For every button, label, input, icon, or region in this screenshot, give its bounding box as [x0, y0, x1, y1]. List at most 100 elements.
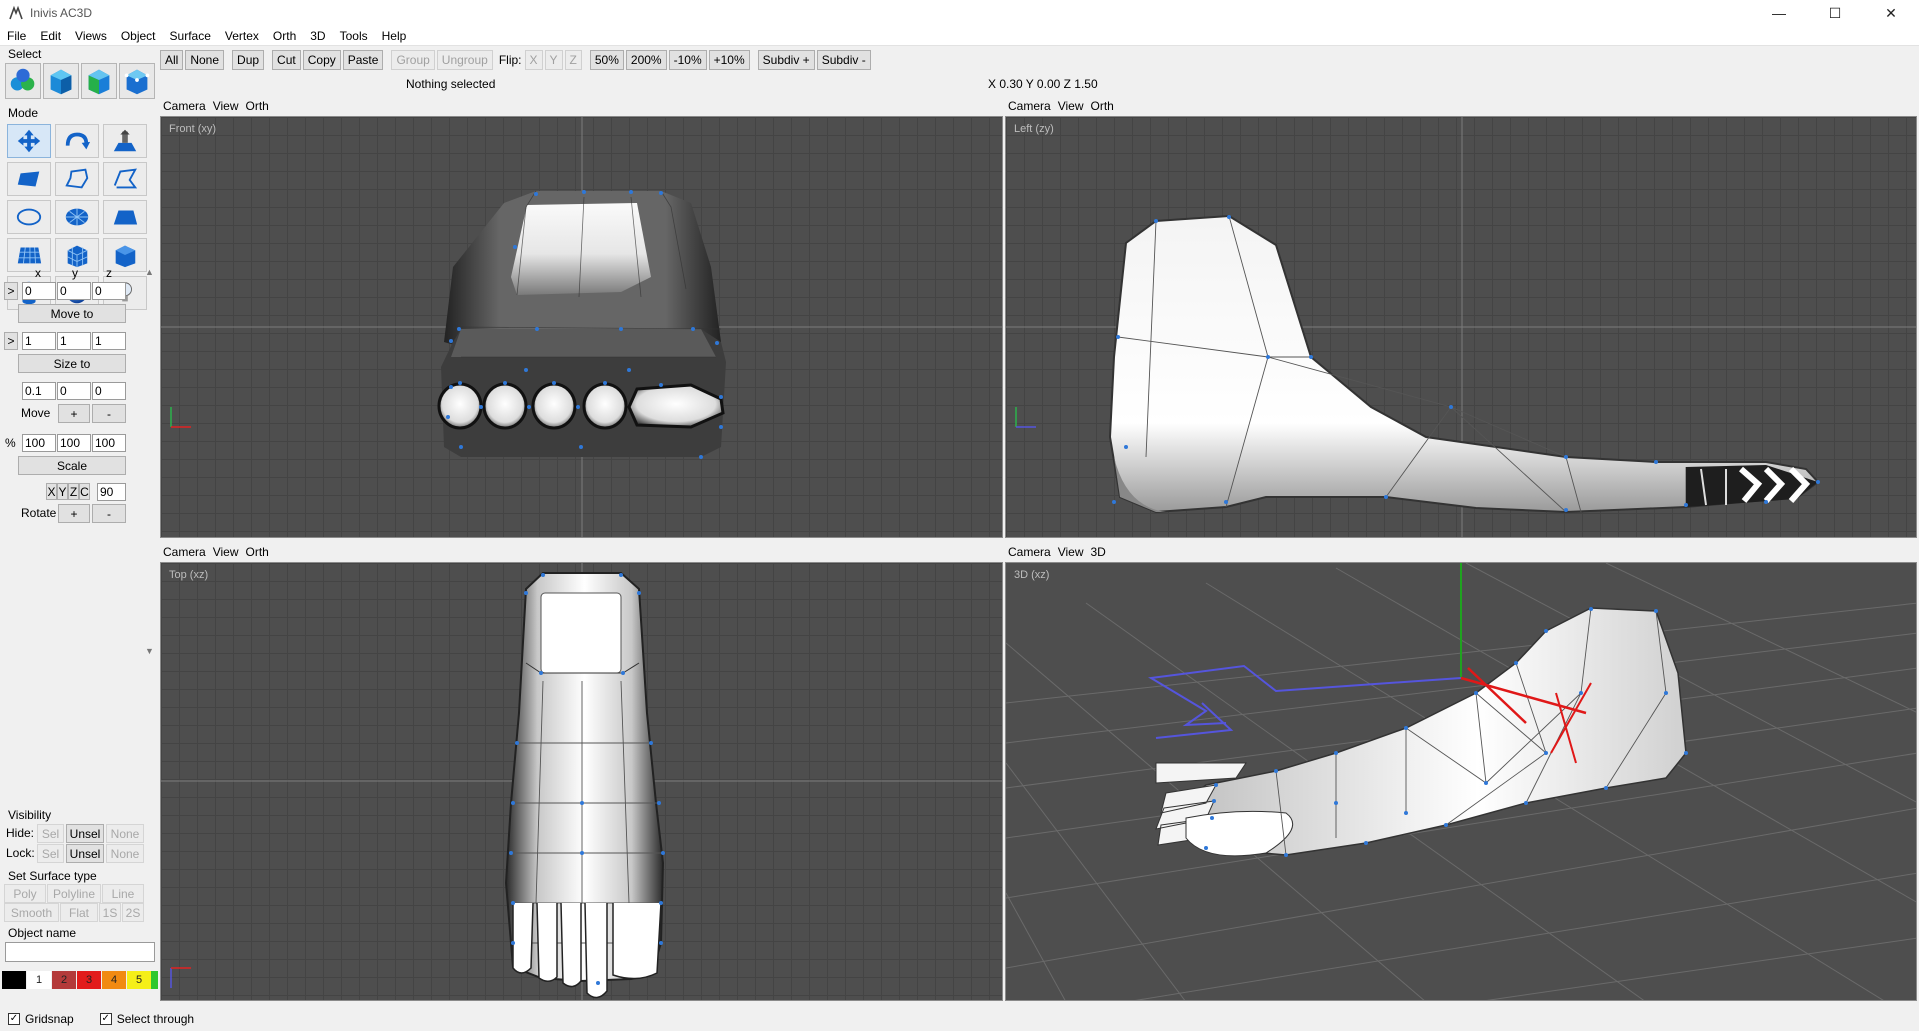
- front-foot-model[interactable]: [161, 117, 1003, 538]
- move-mode-button[interactable]: [7, 124, 51, 158]
- cut-button[interactable]: Cut: [272, 50, 301, 70]
- move-minus-button[interactable]: -: [92, 404, 126, 423]
- left-camera-menu[interactable]: Camera: [1008, 99, 1051, 113]
- color-swatch-1[interactable]: 1: [27, 971, 51, 989]
- flip-y-button[interactable]: Y: [544, 50, 563, 70]
- menu-orth[interactable]: Orth: [266, 29, 303, 43]
- panel-scroll-up-icon[interactable]: ▲: [145, 267, 154, 277]
- move-to-button[interactable]: Move to: [18, 304, 126, 323]
- copy-button[interactable]: Copy: [302, 50, 341, 70]
- menu-help[interactable]: Help: [375, 29, 414, 43]
- front-viewport[interactable]: Front (xy): [160, 116, 1003, 538]
- surface-one-sided-button[interactable]: 1S: [99, 903, 121, 922]
- group-button[interactable]: Group: [391, 50, 435, 70]
- lock-selected-button[interactable]: Sel: [37, 844, 64, 863]
- color-swatch-green[interactable]: [151, 971, 158, 989]
- scale-y-field[interactable]: 100: [57, 434, 91, 452]
- position-y-field[interactable]: 0: [57, 282, 91, 300]
- draw-polygon-button[interactable]: [55, 162, 99, 196]
- size-to-button[interactable]: Size to: [18, 354, 126, 373]
- draw-ellipse-button[interactable]: [7, 200, 51, 234]
- paste-button[interactable]: Paste: [342, 50, 384, 70]
- move-step-y-field[interactable]: 0: [57, 382, 91, 400]
- hide-none-button[interactable]: None: [106, 824, 144, 843]
- move-step-x-field[interactable]: 0.1: [22, 382, 56, 400]
- flip-x-button[interactable]: X: [524, 50, 543, 70]
- rotate-z-toggle[interactable]: Z: [68, 483, 79, 500]
- draw-plane-button[interactable]: [103, 200, 147, 234]
- rotate-plus-button[interactable]: +: [58, 504, 90, 523]
- scale-50-button[interactable]: 50%: [589, 50, 624, 70]
- lock-none-button[interactable]: None: [106, 844, 144, 863]
- scale-minus10-button[interactable]: -10%: [668, 50, 707, 70]
- scale-z-field[interactable]: 100: [92, 434, 126, 452]
- surface-two-sided-button[interactable]: 2S: [122, 903, 144, 922]
- left-viewport[interactable]: Left (zy): [1005, 116, 1917, 538]
- surface-smooth-button[interactable]: Smooth: [4, 903, 59, 922]
- maximize-button[interactable]: ☐: [1807, 0, 1863, 26]
- left-foot-model[interactable]: [1006, 117, 1917, 538]
- object-name-field[interactable]: [5, 942, 155, 962]
- select-object-mode-button[interactable]: [43, 63, 79, 99]
- menu-object[interactable]: Object: [114, 29, 163, 43]
- menu-file[interactable]: File: [0, 29, 33, 43]
- top-camera-menu[interactable]: Camera: [163, 545, 206, 559]
- size-x-field[interactable]: 1: [22, 332, 56, 350]
- color-swatch-4[interactable]: 4: [102, 971, 126, 989]
- menu-views[interactable]: Views: [68, 29, 114, 43]
- scale-plus10-button[interactable]: +10%: [708, 50, 750, 70]
- select-all-button[interactable]: All: [160, 50, 184, 70]
- menu-tools[interactable]: Tools: [333, 29, 375, 43]
- close-button[interactable]: ✕: [1863, 0, 1919, 26]
- draw-rectangle-button[interactable]: [7, 162, 51, 196]
- surface-poly-button[interactable]: Poly: [4, 884, 46, 903]
- persp-scene[interactable]: [1006, 563, 1917, 1001]
- rotate-c-toggle[interactable]: C: [79, 483, 90, 500]
- scale-200-button[interactable]: 200%: [625, 50, 667, 70]
- select-none-button[interactable]: None: [185, 50, 225, 70]
- flip-z-button[interactable]: Z: [564, 50, 582, 70]
- hide-unselected-button[interactable]: Unsel: [66, 824, 104, 843]
- position-get-button[interactable]: >: [4, 282, 18, 300]
- scale-button[interactable]: Scale: [18, 456, 126, 475]
- draw-polyline-button[interactable]: [103, 162, 147, 196]
- duplicate-button[interactable]: Dup: [232, 50, 265, 70]
- rotate-minus-button[interactable]: -: [92, 504, 126, 523]
- front-view-menu[interactable]: View: [213, 99, 239, 113]
- surface-line-button[interactable]: Line: [102, 884, 144, 903]
- top-orth-menu[interactable]: Orth: [245, 545, 268, 559]
- persp-view-menu[interactable]: View: [1058, 545, 1084, 559]
- select-surface-mode-button[interactable]: [81, 63, 117, 99]
- menu-edit[interactable]: Edit: [33, 29, 68, 43]
- color-swatch-2[interactable]: 2: [52, 971, 76, 989]
- rotate-x-toggle[interactable]: X: [46, 483, 57, 500]
- hide-selected-button[interactable]: Sel: [37, 824, 64, 843]
- perspective-viewport[interactable]: 3D (xz): [1005, 562, 1917, 1001]
- size-get-button[interactable]: >: [4, 332, 18, 350]
- move-plus-button[interactable]: +: [58, 404, 90, 423]
- front-orth-menu[interactable]: Orth: [245, 99, 268, 113]
- top-foot-model[interactable]: [161, 563, 1003, 1001]
- color-swatch-black[interactable]: [2, 971, 26, 989]
- color-swatch-5[interactable]: 5: [127, 971, 151, 989]
- scale-x-field[interactable]: 100: [22, 434, 56, 452]
- select-vertex-mode-button[interactable]: [119, 63, 155, 99]
- draw-disc-button[interactable]: [55, 200, 99, 234]
- size-y-field[interactable]: 1: [57, 332, 91, 350]
- size-z-field[interactable]: 1: [92, 332, 126, 350]
- rotate-y-toggle[interactable]: Y: [57, 483, 68, 500]
- minimize-button[interactable]: —: [1751, 0, 1807, 26]
- select-through-checkbox[interactable]: ✓ Select through: [99, 1012, 194, 1026]
- top-view-menu[interactable]: View: [213, 545, 239, 559]
- color-swatch-3[interactable]: 3: [77, 971, 101, 989]
- front-camera-menu[interactable]: Camera: [163, 99, 206, 113]
- subdiv-minus-button[interactable]: Subdiv -: [816, 50, 871, 70]
- rotate-mode-button[interactable]: [55, 124, 99, 158]
- left-view-menu[interactable]: View: [1058, 99, 1084, 113]
- lock-unselected-button[interactable]: Unsel: [66, 844, 104, 863]
- menu-3d[interactable]: 3D: [303, 29, 332, 43]
- panel-scroll-down-icon[interactable]: ▼: [145, 646, 154, 656]
- rotate-angle-field[interactable]: 90: [97, 483, 126, 501]
- top-viewport[interactable]: Top (xz): [160, 562, 1003, 1001]
- surface-flat-button[interactable]: Flat: [60, 903, 98, 922]
